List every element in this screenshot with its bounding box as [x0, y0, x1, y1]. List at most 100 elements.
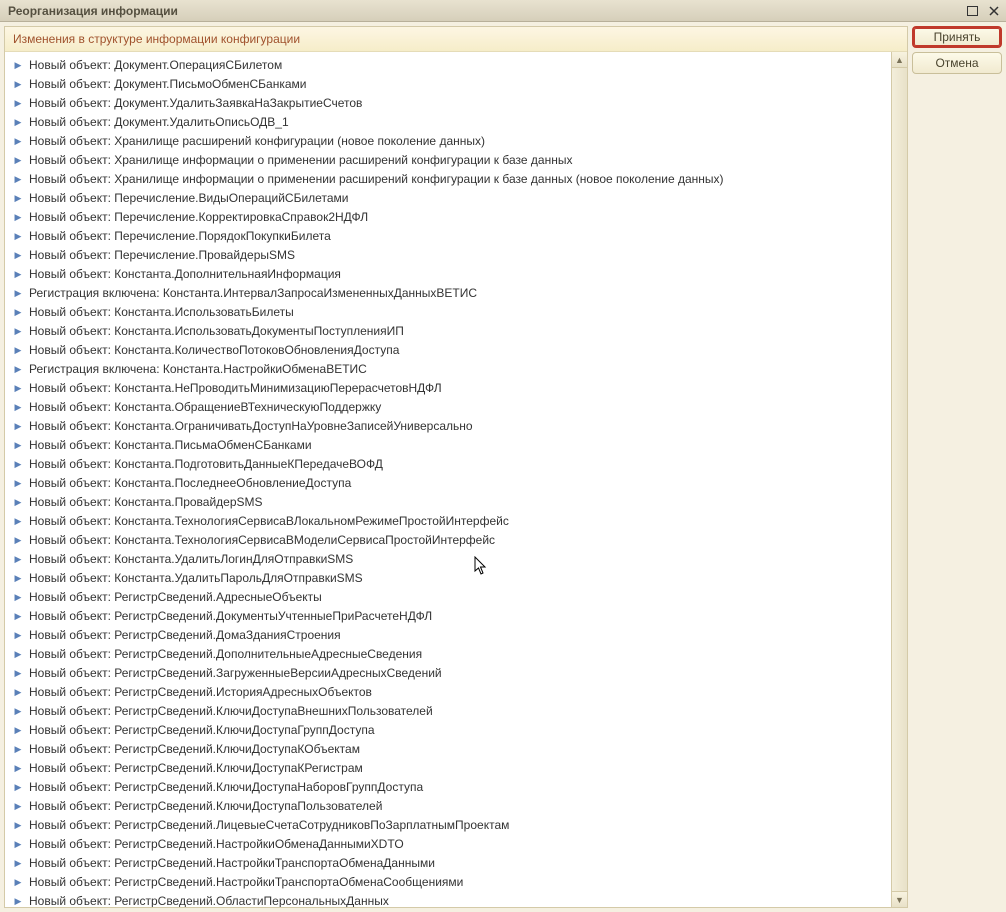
expand-icon[interactable]: ▶ [13, 422, 23, 432]
expand-icon[interactable]: ▶ [13, 99, 23, 109]
tree-row[interactable]: ▶Новый объект: Константа.ОграничиватьДос… [5, 417, 891, 436]
tree-row[interactable]: ▶Новый объект: Константа.ПоследнееОбновл… [5, 474, 891, 493]
tree-row[interactable]: ▶Новый объект: Хранилище информации о пр… [5, 170, 891, 189]
close-button[interactable] [986, 4, 1002, 18]
expand-icon[interactable]: ▶ [13, 460, 23, 470]
expand-icon[interactable]: ▶ [13, 802, 23, 812]
tree-row[interactable]: ▶Новый объект: Константа.ДополнительнаяИ… [5, 265, 891, 284]
expand-icon[interactable]: ▶ [13, 707, 23, 717]
tree-row[interactable]: ▶Регистрация включена: Константа.Интерва… [5, 284, 891, 303]
expand-icon[interactable]: ▶ [13, 156, 23, 166]
maximize-button[interactable] [964, 4, 980, 18]
changes-tree[interactable]: ▶Новый объект: Документ.ОперацияСБилетом… [5, 52, 891, 907]
expand-icon[interactable]: ▶ [13, 308, 23, 318]
tree-row[interactable]: ▶Новый объект: Константа.КоличествоПоток… [5, 341, 891, 360]
tree-row[interactable]: ▶Новый объект: РегистрСведений.ДомаЗдани… [5, 626, 891, 645]
expand-icon[interactable]: ▶ [13, 517, 23, 527]
tree-row[interactable]: ▶Новый объект: РегистрСведений.Настройки… [5, 873, 891, 892]
expand-icon[interactable]: ▶ [13, 612, 23, 622]
expand-icon[interactable]: ▶ [13, 593, 23, 603]
changes-panel: Изменения в структуре информации конфигу… [4, 26, 908, 908]
expand-icon[interactable]: ▶ [13, 669, 23, 679]
tree-row[interactable]: ▶Новый объект: РегистрСведений.Дополните… [5, 645, 891, 664]
tree-row[interactable]: ▶Новый объект: Константа.ОбращениеВТехни… [5, 398, 891, 417]
expand-icon[interactable]: ▶ [13, 821, 23, 831]
tree-row[interactable]: ▶Новый объект: РегистрСведений.Загруженн… [5, 664, 891, 683]
tree-row[interactable]: ▶Новый объект: Константа.УдалитьЛогинДля… [5, 550, 891, 569]
tree-row[interactable]: ▶Новый объект: Хранилище расширений конф… [5, 132, 891, 151]
tree-row[interactable]: ▶Новый объект: РегистрСведений.Настройки… [5, 835, 891, 854]
expand-icon[interactable]: ▶ [13, 61, 23, 71]
tree-row[interactable]: ▶Новый объект: РегистрСведений.ИсторияАд… [5, 683, 891, 702]
tree-row[interactable]: ▶Новый объект: Хранилище информации о пр… [5, 151, 891, 170]
tree-row[interactable]: ▶ Новый объект: Константа.ИспользоватьБил… [5, 303, 891, 322]
tree-row[interactable]: ▶Новый объект: РегистрСведений.ЛицевыеСч… [5, 816, 891, 835]
tree-row[interactable]: ▶Новый объект: Константа.НеПроводитьМини… [5, 379, 891, 398]
expand-icon[interactable]: ▶ [13, 479, 23, 489]
tree-row[interactable]: ▶Новый объект: Константа.ТехнологияСерви… [5, 512, 891, 531]
expand-icon[interactable]: ▶ [13, 365, 23, 375]
expand-icon[interactable]: ▶ [13, 498, 23, 508]
tree-row[interactable]: ▶Новый объект: Перечисление.ВидыОпераций… [5, 189, 891, 208]
tree-row[interactable]: ▶Новый объект: Документ.ПисьмоОбменСБанк… [5, 75, 891, 94]
expand-icon[interactable]: ▶ [13, 783, 23, 793]
expand-icon[interactable]: ▶ [13, 878, 23, 888]
tree-row[interactable]: ▶Новый объект: Документ.УдалитьЗаявкаНаЗ… [5, 94, 891, 113]
expand-icon[interactable]: ▶ [13, 726, 23, 736]
accept-button[interactable]: Принять [912, 26, 1002, 48]
expand-icon[interactable]: ▶ [13, 688, 23, 698]
tree-row[interactable]: ▶Новый объект: РегистрСведений.КлючиДост… [5, 759, 891, 778]
tree-row[interactable]: ▶Регистрация включена: Константа.Настрой… [5, 360, 891, 379]
expand-icon[interactable]: ▶ [13, 175, 23, 185]
expand-icon[interactable]: ▶ [13, 536, 23, 546]
expand-icon[interactable]: ▶ [13, 631, 23, 641]
expand-icon[interactable]: ▶ [13, 650, 23, 660]
vertical-scrollbar[interactable]: ▲ ▼ [891, 52, 907, 907]
expand-icon[interactable]: ▶ [13, 745, 23, 755]
expand-icon[interactable]: ▶ [13, 840, 23, 850]
cancel-button[interactable]: Отмена [912, 52, 1002, 74]
tree-row[interactable]: ▶Новый объект: РегистрСведений.КлючиДост… [5, 797, 891, 816]
tree-row[interactable]: ▶Новый объект: РегистрСведений.КлючиДост… [5, 702, 891, 721]
expand-icon[interactable]: ▶ [13, 80, 23, 90]
tree-row[interactable]: ▶Новый объект: РегистрСведений.Документы… [5, 607, 891, 626]
tree-row[interactable]: ▶Новый объект: РегистрСведений.ОбластиПе… [5, 892, 891, 907]
tree-row[interactable]: ▶Новый объект: Документ.УдалитьОписьОДВ_… [5, 113, 891, 132]
tree-row[interactable]: ▶Новый объект: Константа.ПровайдерSMS [5, 493, 891, 512]
tree-row[interactable]: ▶Новый объект: РегистрСведений.КлючиДост… [5, 740, 891, 759]
tree-row[interactable]: ▶Новый объект: РегистрСведений.Настройки… [5, 854, 891, 873]
tree-row[interactable]: ▶Новый объект: Документ.ОперацияСБилетом [5, 56, 891, 75]
expand-icon[interactable]: ▶ [13, 194, 23, 204]
expand-icon[interactable]: ▶ [13, 346, 23, 356]
tree-row[interactable]: ▶Новый объект: Перечисление.Корректировк… [5, 208, 891, 227]
scroll-up-arrow[interactable]: ▲ [892, 52, 907, 68]
tree-row[interactable]: ▶Новый объект: РегистрСведений.КлючиДост… [5, 721, 891, 740]
expand-icon[interactable]: ▶ [13, 574, 23, 584]
expand-icon[interactable]: ▶ [13, 403, 23, 413]
expand-icon[interactable]: ▶ [13, 213, 23, 223]
tree-row-label: Новый объект: Константа.ИспользоватьБиле… [29, 304, 294, 321]
expand-icon[interactable]: ▶ [13, 118, 23, 128]
expand-icon[interactable]: ▶ [13, 859, 23, 869]
tree-row[interactable]: ▶Новый объект: Константа.ИспользоватьДок… [5, 322, 891, 341]
expand-icon[interactable]: ▶ [13, 270, 23, 280]
tree-row[interactable]: ▶Новый объект: Константа.УдалитьПарольДл… [5, 569, 891, 588]
tree-row[interactable]: ▶Новый объект: РегистрСведений.КлючиДост… [5, 778, 891, 797]
tree-row[interactable]: ▶Новый объект: Константа.ПисьмаОбменСБан… [5, 436, 891, 455]
expand-icon[interactable]: ▶ [13, 137, 23, 147]
expand-icon[interactable]: ▶ [13, 441, 23, 451]
expand-icon[interactable]: ▶ [13, 251, 23, 261]
expand-icon[interactable]: ▶ [13, 384, 23, 394]
expand-icon[interactable]: ▶ [13, 897, 23, 907]
tree-row[interactable]: ▶Новый объект: Перечисление.ПровайдерыSM… [5, 246, 891, 265]
expand-icon[interactable]: ▶ [13, 232, 23, 242]
tree-row[interactable]: ▶Новый объект: Константа.ПодготовитьДанн… [5, 455, 891, 474]
expand-icon[interactable]: ▶ [13, 327, 23, 337]
tree-row[interactable]: ▶Новый объект: РегистрСведений.АдресныеО… [5, 588, 891, 607]
expand-icon[interactable]: ▶ [13, 764, 23, 774]
scroll-down-arrow[interactable]: ▼ [892, 891, 907, 907]
expand-icon[interactable]: ▶ [13, 555, 23, 565]
expand-icon[interactable]: ▶ [13, 289, 23, 299]
tree-row[interactable]: ▶Новый объект: Константа.ТехнологияСерви… [5, 531, 891, 550]
tree-row[interactable]: ▶Новый объект: Перечисление.ПорядокПокуп… [5, 227, 891, 246]
